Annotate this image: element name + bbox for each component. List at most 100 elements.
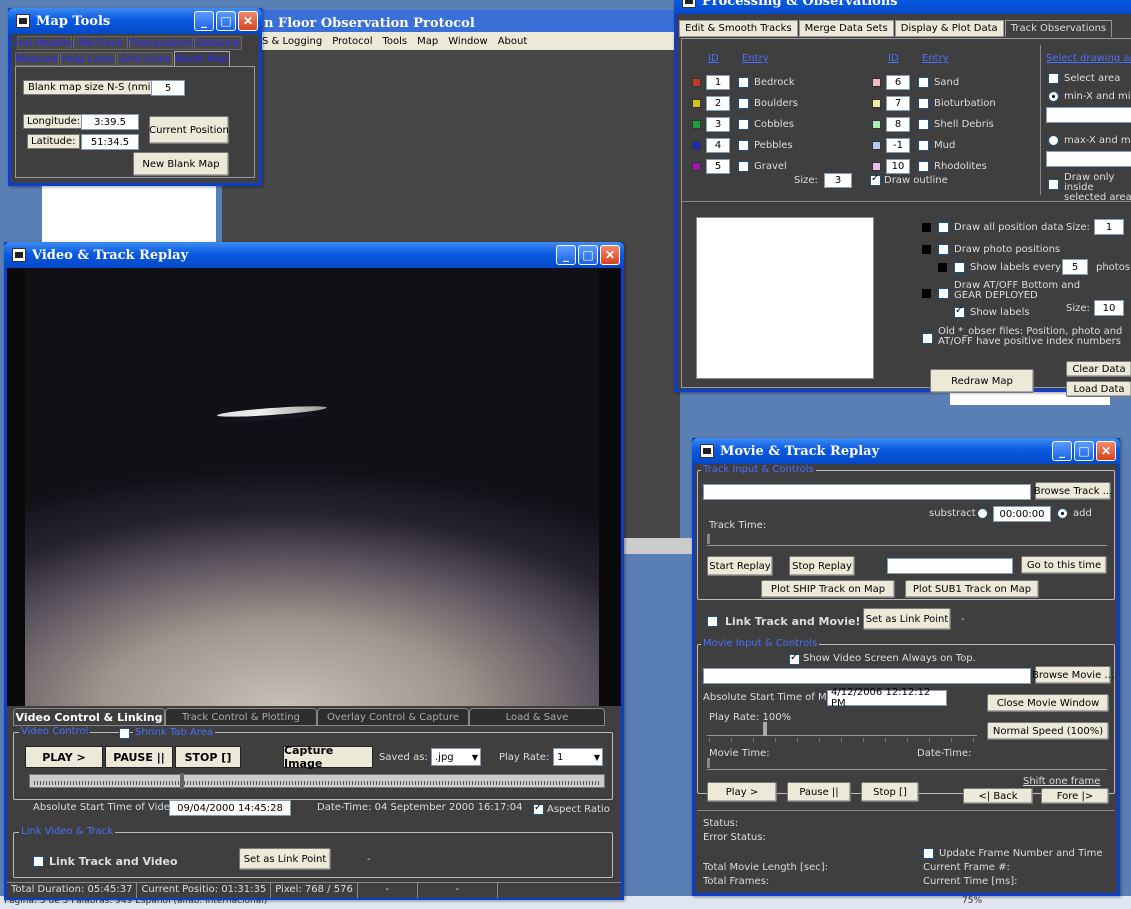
minimize-icon[interactable]: _ — [556, 245, 576, 265]
close-icon[interactable]: ✕ — [600, 245, 620, 265]
minimize-icon[interactable]: _ — [194, 11, 214, 31]
tab-distance[interactable]: Distance — [194, 36, 242, 50]
maximize-icon[interactable]: □ — [216, 11, 236, 31]
video-seek-slider[interactable] — [29, 773, 605, 789]
draw-atoff-checkbox[interactable] — [938, 288, 949, 299]
entry-checkbox[interactable] — [738, 119, 749, 130]
capture-image-button[interactable]: Capture Image — [283, 744, 373, 770]
atoff-size-field[interactable]: 10 — [1094, 300, 1124, 316]
movie-abs-start-field[interactable]: 4/12/2006 12:12:12 PM — [827, 687, 947, 709]
entry-checkbox[interactable] — [918, 119, 929, 130]
update-frame-checkbox[interactable] — [923, 848, 934, 859]
bg-menu-item[interactable]: Window — [448, 36, 487, 47]
aspect-ratio-checkbox[interactable] — [533, 802, 544, 815]
tab-2nd-heading[interactable]: 2nd Heading — [13, 36, 76, 50]
tab-help-lines[interactable]: Help Lines — [60, 52, 116, 66]
movie-pause-button[interactable]: Pause || — [787, 782, 851, 802]
min-xy-radio[interactable] — [1048, 91, 1059, 102]
track-file-field[interactable] — [703, 484, 1031, 500]
video-frame[interactable] — [7, 268, 621, 706]
entry-id-field[interactable]: 6 — [886, 75, 910, 90]
entry-checkbox[interactable] — [918, 77, 929, 88]
frame-back-button[interactable]: <| Back — [963, 788, 1033, 804]
bg-menu-item[interactable]: Map — [417, 36, 438, 47]
entry-id-field[interactable]: 4 — [706, 138, 730, 153]
movie-titlebar[interactable]: Movie & Track Replay _ □ ✕ — [692, 438, 1120, 464]
draw-all-size-field[interactable]: 1 — [1094, 219, 1124, 235]
entry-id-field[interactable]: 2 — [706, 96, 730, 111]
latitude-field[interactable]: 51:34.5 — [81, 134, 139, 150]
chevron-down-icon[interactable]: ▼ — [594, 753, 600, 762]
start-replay-button[interactable]: Start Replay — [707, 556, 773, 576]
observations-list[interactable] — [696, 217, 874, 379]
plot-sub1-button[interactable]: Plot SUB1 Track on Map — [905, 580, 1039, 598]
stop-replay-button[interactable]: Stop Replay — [789, 556, 855, 576]
close-icon[interactable]: ✕ — [238, 11, 258, 31]
min-xy-field[interactable] — [1046, 107, 1131, 123]
tab-triangulation[interactable]: Triangulation — [129, 36, 193, 50]
map-tools-titlebar[interactable]: Map Tools _ □ ✕ — [8, 8, 262, 34]
entry-id-field[interactable]: 1 — [706, 75, 730, 90]
redraw-map-button[interactable]: Redraw Map — [930, 369, 1034, 393]
entry-checkbox[interactable] — [738, 161, 749, 172]
current-position-button[interactable]: Current Position — [149, 116, 229, 144]
tab-mb-track[interactable]: MB-Track — [73, 36, 128, 50]
entry-id-field[interactable]: 8 — [886, 117, 910, 132]
tab-video-1[interactable]: Track Control & Plotting — [165, 708, 317, 726]
draw-outline-checkbox[interactable] — [870, 173, 881, 186]
tab-measure[interactable]: Measure — [15, 52, 59, 66]
tab-video-2[interactable]: Overlay Control & Capture — [317, 708, 469, 726]
go-to-time-field[interactable] — [887, 558, 1013, 574]
close-icon[interactable]: ✕ — [1096, 441, 1116, 461]
movie-set-link-point-button[interactable]: Set as Link Point — [863, 608, 951, 630]
seek-thumb[interactable] — [180, 773, 184, 789]
close-movie-button[interactable]: Close Movie Window — [987, 694, 1109, 712]
show-labels-checkbox[interactable] — [954, 305, 965, 318]
offset-field[interactable]: 00:00:00 — [993, 506, 1051, 522]
select-drawing-area-link[interactable]: Select drawing area — [1046, 53, 1131, 64]
shrink-tab-checkbox[interactable] — [119, 728, 130, 739]
entry-checkbox[interactable] — [738, 77, 749, 88]
abs-start-field[interactable]: 09/04/2000 14:45:28 — [169, 800, 291, 816]
entry-checkbox[interactable] — [738, 98, 749, 109]
bg-menu-item[interactable]: Tools — [383, 36, 408, 47]
new-blank-map-button[interactable]: New Blank Map — [133, 152, 229, 176]
processing-titlebar[interactable]: Processing & Observations — [674, 0, 1131, 14]
movie-slider-thumb[interactable] — [707, 758, 710, 768]
draw-only-inside-checkbox[interactable] — [1048, 179, 1059, 190]
old-obser-checkbox[interactable] — [922, 333, 933, 344]
tab-blank-map[interactable]: Blank Map — [174, 51, 230, 67]
pause-button[interactable]: PAUSE || — [105, 746, 173, 768]
blank-size-field[interactable]: 5 — [151, 80, 185, 96]
select-area-checkbox[interactable] — [1048, 73, 1059, 84]
track-time-slider[interactable] — [707, 536, 1107, 546]
browse-track-button[interactable]: Browse Track ... — [1034, 482, 1112, 500]
longitude-field[interactable]: 3:39.5 — [81, 114, 139, 130]
tab-grid-lines[interactable]: Grid-Lines — [117, 52, 173, 66]
bg-menu-item[interactable]: About — [498, 36, 528, 47]
entry-id-field[interactable]: -1 — [886, 138, 910, 153]
format-select[interactable]: .jpg ▼ — [431, 748, 481, 766]
browse-movie-button[interactable]: Browse Movie ... — [1032, 666, 1114, 684]
max-xy-field[interactable] — [1046, 151, 1131, 167]
movie-stop-button[interactable]: Stop [] — [861, 782, 919, 802]
size-field[interactable]: 3 — [824, 173, 852, 188]
link-track-movie-checkbox[interactable] — [707, 616, 718, 627]
draw-photo-positions-checkbox[interactable] — [938, 244, 949, 255]
tab-video-3[interactable]: Load & Save — [469, 708, 605, 726]
link-track-video-checkbox[interactable] — [33, 856, 44, 867]
max-xy-radio[interactable] — [1048, 135, 1059, 146]
entry-checkbox[interactable] — [918, 161, 929, 172]
entry-id-field[interactable]: 7 — [886, 96, 910, 111]
substract-radio[interactable] — [977, 508, 988, 519]
entry-checkbox[interactable] — [918, 98, 929, 109]
add-radio[interactable] — [1057, 508, 1068, 519]
normal-speed-button[interactable]: Normal Speed (100%) — [987, 722, 1109, 740]
entry-id-field[interactable]: 3 — [706, 117, 730, 132]
frame-fore-button[interactable]: Fore |> — [1041, 788, 1109, 804]
maximize-icon[interactable]: □ — [578, 245, 598, 265]
entry-checkbox[interactable] — [738, 140, 749, 151]
tab-processing-3[interactable]: Track Observations — [1004, 20, 1113, 37]
zoom-level[interactable]: 75% — [962, 896, 982, 906]
tab-processing-1[interactable]: Merge Data Sets — [798, 20, 894, 37]
